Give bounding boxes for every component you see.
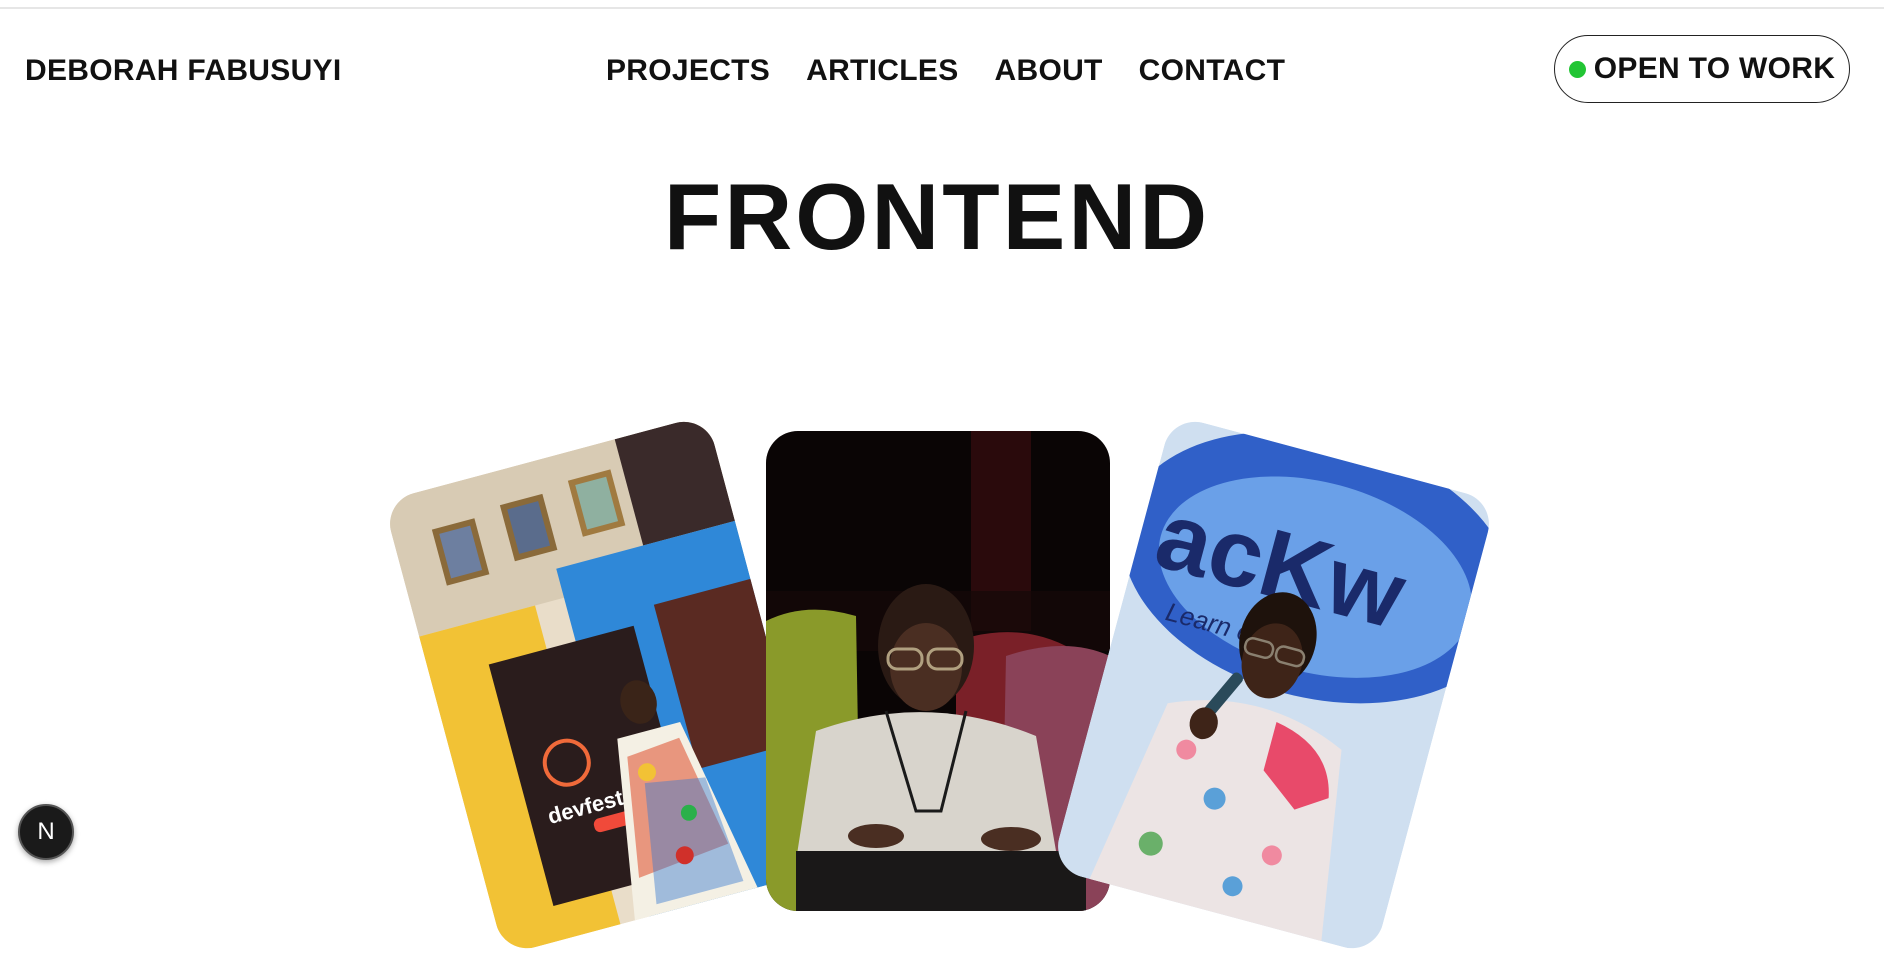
nav-articles-link[interactable]: ARTICLES [806, 54, 958, 88]
nav-projects-link[interactable]: PROJECTS [606, 54, 770, 88]
nav-contact-link[interactable]: CONTACT [1139, 54, 1286, 88]
photo-devfest-speaker: devfest [382, 414, 829, 955]
status-label: OPEN TO WORK [1593, 52, 1836, 85]
brand-link[interactable]: DEBORAH FABUSUYI [25, 54, 342, 88]
nav-about-link[interactable]: ABOUT [995, 54, 1103, 88]
nextjs-dev-indicator-button[interactable]: N [18, 804, 74, 860]
status-dot-icon [1568, 60, 1586, 78]
photo-gallery: devfest acKw Learn etwork [0, 0, 1884, 955]
top-border [0, 0, 1884, 9]
photo-hackathon-image: acKw Learn etwork [1050, 414, 1497, 955]
site-header: DEBORAH FABUSUYI PROJECTS ARTICLES ABOUT… [0, 34, 1884, 104]
open-to-work-button[interactable]: OPEN TO WORK [1554, 35, 1850, 103]
photo-devfest-image: devfest [382, 414, 829, 955]
photo-hackathon-speaker: acKw Learn etwork [1050, 414, 1497, 955]
nextjs-n-icon: N [37, 818, 55, 845]
main-nav: PROJECTS ARTICLES ABOUT CONTACT [606, 54, 1285, 88]
hero-title: FRONTEND [663, 164, 1211, 269]
